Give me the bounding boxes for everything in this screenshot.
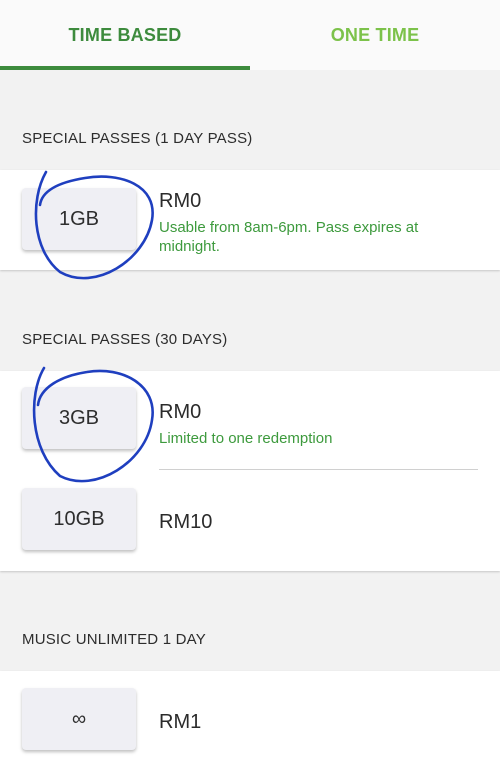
tab-bar: TIME BASED ONE TIME	[0, 0, 500, 70]
tab-time-based[interactable]: TIME BASED	[0, 0, 250, 70]
thirty-days-card: 3GB RM0 Limited to one redemption 10GB R…	[0, 371, 500, 571]
tab-one-time[interactable]: ONE TIME	[250, 0, 500, 70]
pass-button-1gb[interactable]: 1GB	[22, 188, 136, 250]
music-card: ∞ RM1	[0, 671, 500, 771]
pass-button-unlimited[interactable]: ∞	[22, 688, 136, 750]
section-title-day-pass: SPECIAL PASSES (1 DAY PASS)	[22, 130, 253, 147]
pass-description: Limited to one redemption	[159, 430, 333, 447]
day-pass-card: 1GB RM0 Usable from 8am-6pm. Pass expire…	[0, 170, 500, 270]
row-divider	[159, 469, 478, 470]
pass-price: RM0	[159, 401, 202, 423]
pass-button-3gb[interactable]: 3GB	[22, 387, 136, 449]
pass-price: RM10	[159, 511, 213, 533]
section-title-thirty-days: SPECIAL PASSES (30 DAYS)	[22, 331, 228, 348]
section-title-music: MUSIC UNLIMITED 1 DAY	[22, 631, 206, 648]
pass-price: RM1	[159, 711, 202, 733]
pass-price: RM0	[159, 190, 202, 212]
pass-description: Usable from 8am-6pm. Pass expires at mid…	[159, 219, 419, 255]
pass-button-10gb[interactable]: 10GB	[22, 488, 136, 550]
